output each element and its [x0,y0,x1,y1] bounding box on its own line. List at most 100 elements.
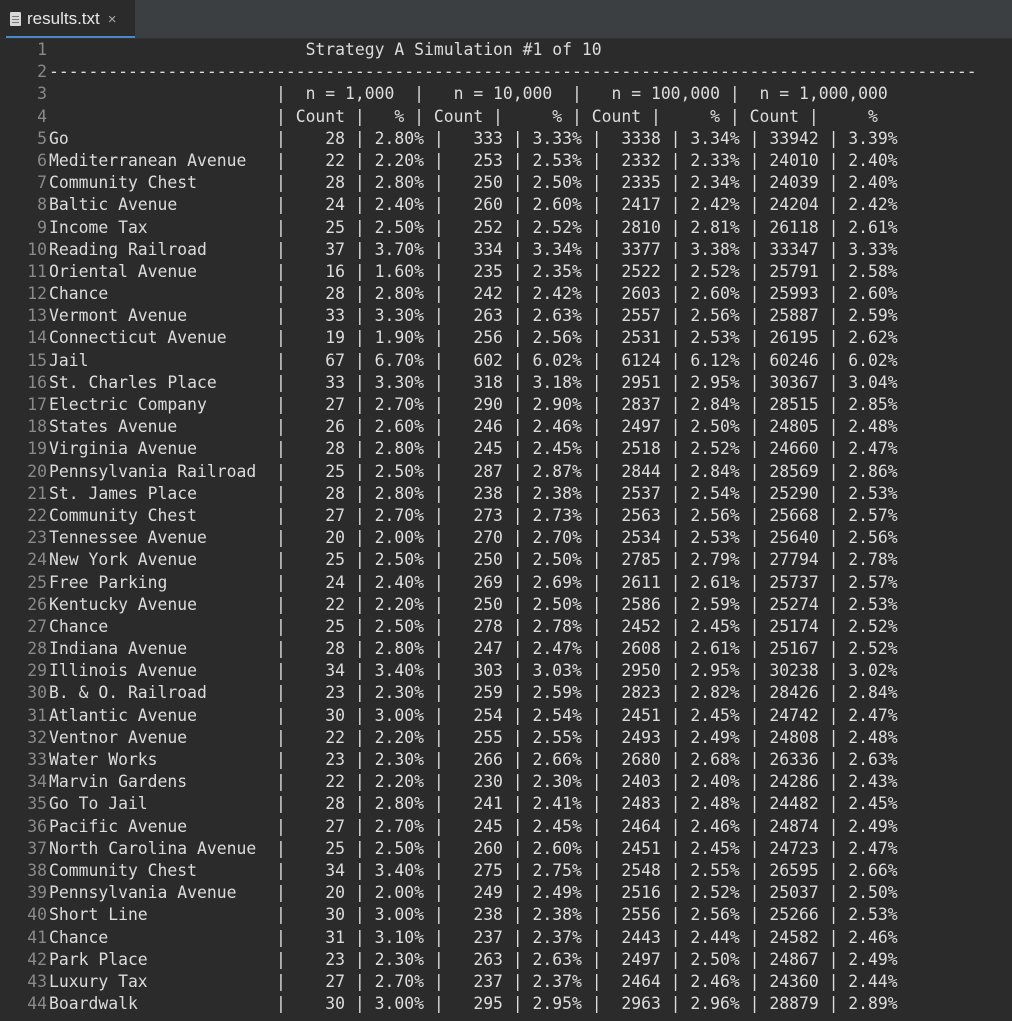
line-number: 26 [27,594,47,614]
line-text: Community Chest | 34 | 3.40% | 275 | 2.7… [49,860,898,880]
line-number: 7 [37,173,47,193]
line-text: Connecticut Avenue | 19 | 1.90% | 256 | … [49,328,898,348]
line-text: Free Parking | 24 | 2.40% | 269 | 2.69% … [49,572,898,592]
line-number: 13 [27,306,47,326]
line-number: 10 [27,239,47,259]
editor-line[interactable]: 42 Park Place | 23 | 2.30% | 263 | 2.63% … [0,949,1012,971]
line-text: Short Line | 30 | 3.00% | 238 | 2.38% | … [49,905,898,925]
line-text: Illinois Avenue | 34 | 3.40% | 303 | 3.0… [49,661,898,681]
line-number: 36 [27,816,47,836]
line-text: Electric Company | 27 | 2.70% | 290 | 2.… [49,395,898,414]
line-number: 29 [27,661,47,681]
editor-line[interactable]: 11 Oriental Avenue | 16 | 1.60% | 235 | 2… [0,261,1012,283]
line-number: 22 [27,505,47,525]
line-number: 40 [27,905,47,925]
editor-line[interactable]: 30 B. & O. Railroad | 23 | 2.30% | 259 | … [0,682,1012,704]
line-text: Pennsylvania Avenue | 20 | 2.00% | 249 |… [49,883,898,903]
line-number: 12 [27,284,47,304]
line-text: Indiana Avenue | 28 | 2.80% | 247 | 2.47… [49,639,898,659]
editor-line[interactable]: 22 Community Chest | 27 | 2.70% | 273 | 2… [0,505,1012,527]
line-text: Go To Jail | 28 | 2.80% | 241 | 2.41% | … [49,794,898,814]
line-number: 14 [27,328,47,348]
line-number: 6 [37,150,47,170]
tab-filename: results.txt [27,9,100,28]
tab-bar: results.txt × [0,0,1012,39]
line-number: 31 [27,705,47,725]
line-text: Virginia Avenue | 28 | 2.80% | 245 | 2.4… [49,439,898,459]
line-text: | n = 1,000 | n = 10,000 | n = 100,000 |… [49,84,888,104]
line-text: Reading Railroad | 37 | 3.70% | 334 | 3.… [49,239,898,259]
editor-line[interactable]: 9 Income Tax | 25 | 2.50% | 252 | 2.52% |… [0,217,1012,239]
editor-line[interactable]: 31 Atlantic Avenue | 30 | 3.00% | 254 | 2… [0,705,1012,727]
line-number: 9 [37,217,47,237]
editor-line[interactable]: 26 Kentucky Avenue | 22 | 2.20% | 250 | 2… [0,594,1012,616]
line-text: Baltic Avenue | 24 | 2.40% | 260 | 2.60%… [49,195,898,215]
editor-line[interactable]: 38 Community Chest | 34 | 3.40% | 275 | 2… [0,860,1012,882]
editor-line[interactable]: 2 ---------------------------------------… [0,61,1012,83]
line-number: 41 [27,927,47,947]
line-text: Ventnor Avenue | 22 | 2.20% | 255 | 2.55… [49,727,898,747]
editor-line[interactable]: 43 Luxury Tax | 27 | 2.70% | 237 | 2.37% … [0,971,1012,993]
text-file-icon [10,12,21,26]
line-text: St. Charles Place | 33 | 3.30% | 318 | 3… [49,372,898,392]
editor-line[interactable]: 41 Chance | 31 | 3.10% | 237 | 2.37% | 24… [0,927,1012,949]
line-text: | Count | % | Count | % | Count | % | Co… [49,106,878,126]
editor-line[interactable]: 19 Virginia Avenue | 28 | 2.80% | 245 | 2… [0,438,1012,460]
active-tab-indicator [6,36,135,38]
editor-line[interactable]: 12 Chance | 28 | 2.80% | 242 | 2.42% | 26… [0,283,1012,305]
editor-line[interactable]: 14 Connecticut Avenue | 19 | 1.90% | 256 … [0,327,1012,349]
editor-line[interactable]: 23 Tennessee Avenue | 20 | 2.00% | 270 | … [0,527,1012,549]
editor-line[interactable]: 6 Mediterranean Avenue | 22 | 2.20% | 253… [0,150,1012,172]
editor-line[interactable]: 21 St. James Place | 28 | 2.80% | 238 | 2… [0,483,1012,505]
editor-line[interactable]: 18 States Avenue | 26 | 2.60% | 246 | 2.4… [0,416,1012,438]
line-number: 3 [37,84,47,104]
editor-line[interactable]: 32 Ventnor Avenue | 22 | 2.20% | 255 | 2.… [0,727,1012,749]
editor-line[interactable]: 1 Strategy A Simulation #1 of 10 [0,39,1012,61]
line-number: 44 [27,994,47,1014]
editor-line[interactable]: 7 Community Chest | 28 | 2.80% | 250 | 2.… [0,172,1012,194]
line-number: 32 [27,727,47,747]
line-number: 27 [27,616,47,636]
line-number: 11 [27,261,47,281]
editor-line[interactable]: 4 | Count | % | Count | % | Count | % | … [0,106,1012,128]
editor-line[interactable]: 20 Pennsylvania Railroad | 25 | 2.50% | 2… [0,461,1012,483]
line-text: Community Chest | 28 | 2.80% | 250 | 2.5… [49,173,898,193]
line-text: Oriental Avenue | 16 | 1.60% | 235 | 2.3… [49,261,898,281]
line-text: Pennsylvania Railroad | 25 | 2.50% | 287… [49,461,898,481]
editor-line[interactable]: 13 Vermont Avenue | 33 | 3.30% | 263 | 2.… [0,305,1012,327]
editor-line[interactable]: 27 Chance | 25 | 2.50% | 278 | 2.78% | 24… [0,616,1012,638]
text-editor[interactable]: 1 Strategy A Simulation #1 of 10 2 -------… [0,39,1012,1021]
editor-line[interactable]: 16 St. Charles Place | 33 | 3.30% | 318 |… [0,372,1012,394]
editor-line[interactable]: 5 Go | 28 | 2.80% | 333 | 3.33% | 3338 | … [0,128,1012,150]
editor-line[interactable]: 39 Pennsylvania Avenue | 20 | 2.00% | 249… [0,882,1012,904]
editor-line[interactable]: 15 Jail | 67 | 6.70% | 602 | 6.02% | 6124… [0,350,1012,372]
line-text: Tennessee Avenue | 20 | 2.00% | 270 | 2.… [49,528,898,548]
line-text: ----------------------------------------… [49,62,977,82]
line-text: Mediterranean Avenue | 22 | 2.20% | 253 … [49,150,898,170]
line-text: Go | 28 | 2.80% | 333 | 3.33% | 3338 | 3… [49,128,898,148]
line-number: 17 [27,395,47,414]
line-number: 15 [27,350,47,370]
editor-line[interactable]: 25 Free Parking | 24 | 2.40% | 269 | 2.69… [0,572,1012,594]
editor-line[interactable]: 29 Illinois Avenue | 34 | 3.40% | 303 | 3… [0,660,1012,682]
line-text: Income Tax | 25 | 2.50% | 252 | 2.52% | … [49,217,898,237]
editor-line[interactable]: 44 Boardwalk | 30 | 3.00% | 295 | 2.95% |… [0,993,1012,1015]
line-number: 18 [27,417,47,437]
close-icon[interactable]: × [108,11,117,28]
editor-line[interactable]: 17 Electric Company | 27 | 2.70% | 290 | … [0,394,1012,416]
editor-line[interactable]: 40 Short Line | 30 | 3.00% | 238 | 2.38% … [0,904,1012,926]
editor-line[interactable]: 28 Indiana Avenue | 28 | 2.80% | 247 | 2.… [0,638,1012,660]
line-number: 34 [27,772,47,792]
editor-line[interactable]: 8 Baltic Avenue | 24 | 2.40% | 260 | 2.60… [0,194,1012,216]
editor-line[interactable]: 36 Pacific Avenue | 27 | 2.70% | 245 | 2.… [0,816,1012,838]
editor-line[interactable]: 3 | n = 1,000 | n = 10,000 | n = 100,000… [0,83,1012,105]
editor-line[interactable]: 34 Marvin Gardens | 22 | 2.20% | 230 | 2.… [0,771,1012,793]
editor-line[interactable]: 35 Go To Jail | 28 | 2.80% | 241 | 2.41% … [0,793,1012,815]
tab-results-txt[interactable]: results.txt × [0,0,135,38]
editor-line[interactable]: 33 Water Works | 23 | 2.30% | 266 | 2.66%… [0,749,1012,771]
line-text: Vermont Avenue | 33 | 3.30% | 263 | 2.63… [49,306,898,326]
editor-line[interactable]: 10 Reading Railroad | 37 | 3.70% | 334 | … [0,239,1012,261]
line-number: 35 [27,794,47,814]
editor-line[interactable]: 24 New York Avenue | 25 | 2.50% | 250 | 2… [0,549,1012,571]
editor-line[interactable]: 37 North Carolina Avenue | 25 | 2.50% | 2… [0,838,1012,860]
